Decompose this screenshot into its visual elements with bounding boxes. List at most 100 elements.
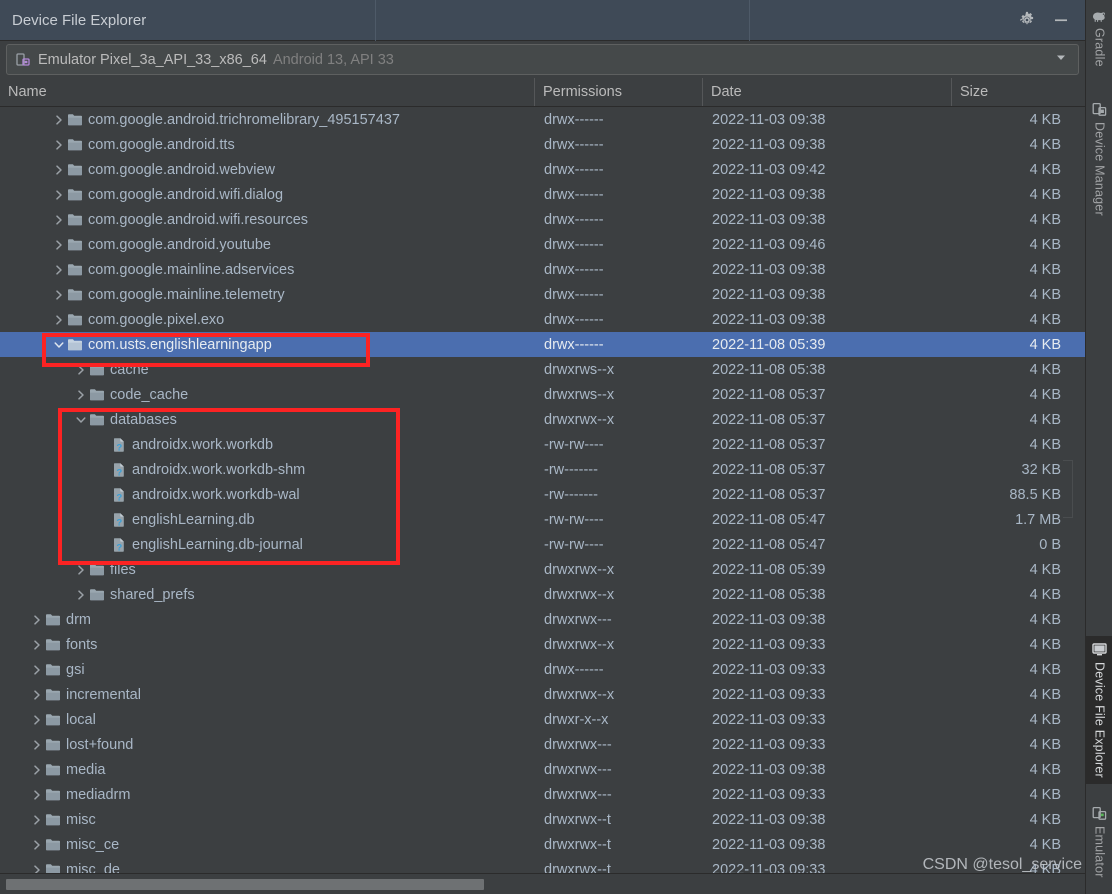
file-tree-table[interactable]: com.google.android.trichromelibrary_4951… [0,107,1085,873]
file-row[interactable]: databases drwxrwx--x 2022-11-08 05:37 4 KB [0,407,1085,432]
file-row[interactable]: cache drwxrws--x 2022-11-08 05:38 4 KB [0,357,1085,382]
chevron-right-icon[interactable] [30,613,44,627]
file-name-label: fonts [66,636,98,653]
file-row-name-cell: cache [0,362,535,378]
file-size-cell: 4 KB [1029,261,1061,278]
file-date-cell: 2022-11-03 09:38 [712,136,826,153]
chevron-down-icon[interactable] [52,338,66,352]
file-date-cell: 2022-11-03 09:38 [712,111,826,128]
chevron-right-icon[interactable] [74,563,88,577]
chevron-right-icon[interactable] [30,763,44,777]
file-row[interactable]: misc_de drwxrwx--t 2022-11-03 09:33 4 KB [0,857,1085,873]
horizontal-scrollbar[interactable] [0,873,1085,894]
folder-icon [44,737,62,753]
file-row[interactable]: ? androidx.work.workdb -rw-rw---- 2022-11-0… [0,432,1085,457]
chevron-right-icon[interactable] [74,588,88,602]
file-row[interactable]: com.google.android.webview drwx------ 2022… [0,157,1085,182]
file-row[interactable]: mediadrm drwxrwx--- 2022-11-03 09:33 4 KB [0,782,1085,807]
file-row[interactable]: files drwxrwx--x 2022-11-08 05:39 4 KB [0,557,1085,582]
tool-window-button-device-manager[interactable]: Device Manager [1086,96,1112,222]
file-row[interactable]: misc_ce drwxrwx--t 2022-11-03 09:38 4 KB [0,832,1085,857]
chevron-right-icon[interactable] [52,313,66,327]
chevron-right-icon[interactable] [74,363,88,377]
file-permissions-cell: drwxrwx--x [544,686,615,703]
file-date-cell: 2022-11-08 05:37 [712,461,826,478]
tool-window-button-gradle[interactable]: Gradle [1086,2,1112,73]
chevron-right-icon[interactable] [74,388,88,402]
file-row[interactable]: ? englishLearning.db -rw-rw---- 2022-11-08 … [0,507,1085,532]
file-name-label: misc [66,811,96,828]
gear-icon[interactable] [1017,10,1037,30]
file-name-label: lost+found [66,736,134,753]
column-header-date[interactable]: Date [703,78,952,106]
file-permissions-cell: drwxrwx--t [544,861,611,874]
right-tool-window-strip: Gradle Device Manager Device File Explorer… [1085,0,1112,894]
file-row[interactable]: com.google.android.tts drwx------ 2022-11-… [0,132,1085,157]
folder-icon [44,687,62,703]
file-row[interactable]: misc drwxrwx--t 2022-11-03 09:38 4 KB [0,807,1085,832]
file-permissions-cell: drwxrws--x [544,361,615,378]
chevron-right-icon[interactable] [52,213,66,227]
chevron-right-icon[interactable] [30,788,44,802]
chevron-right-icon[interactable] [30,813,44,827]
file-row[interactable]: media drwxrwx--- 2022-11-03 09:38 4 KB [0,757,1085,782]
file-row[interactable]: ? androidx.work.workdb-wal -rw------- 2022-… [0,482,1085,507]
chevron-right-icon[interactable] [52,288,66,302]
chevron-right-icon[interactable] [30,838,44,852]
file-row[interactable]: shared_prefs drwxrwx--x 2022-11-08 05:38 4 … [0,582,1085,607]
file-row[interactable]: com.google.mainline.telemetry drwx------ 2… [0,282,1085,307]
file-row[interactable]: gsi drwx------ 2022-11-03 09:33 4 KB [0,657,1085,682]
tool-window-button-emulator[interactable]: Emulator [1086,800,1112,884]
file-date-cell: 2022-11-03 09:38 [712,186,826,203]
file-date-cell: 2022-11-03 09:38 [712,811,826,828]
file-row[interactable]: ? androidx.work.workdb-shm -rw------- 2022-… [0,457,1085,482]
chevron-down-icon[interactable] [1054,50,1068,69]
file-row[interactable]: com.google.android.wifi.resources drwx---… [0,207,1085,232]
file-row-name-cell: com.google.android.wifi.dialog [0,187,535,203]
chevron-right-icon[interactable] [52,113,66,127]
chevron-right-icon[interactable] [52,188,66,202]
column-header-size[interactable]: Size [952,78,1075,106]
chevron-right-icon[interactable] [30,638,44,652]
chevron-right-icon[interactable] [30,663,44,677]
file-row[interactable]: fonts drwxrwx--x 2022-11-03 09:33 4 KB [0,632,1085,657]
file-row[interactable]: lost+found drwxrwx--- 2022-11-03 09:33 4 KB [0,732,1085,757]
file-row-name-cell: misc_ce [0,837,535,853]
file-row[interactable]: com.google.mainline.adservices drwx------… [0,257,1085,282]
file-row[interactable]: com.google.android.youtube drwx------ 2022… [0,232,1085,257]
file-row[interactable]: local drwxr-x--x 2022-11-03 09:33 4 KB [0,707,1085,732]
chevron-right-icon[interactable] [52,263,66,277]
chevron-right-icon[interactable] [30,738,44,752]
chevron-right-icon[interactable] [30,713,44,727]
file-row-name-cell: misc [0,812,535,828]
file-name-label: incremental [66,686,141,703]
file-date-cell: 2022-11-08 05:37 [712,411,826,428]
tool-window-button-device-file-explorer[interactable]: Device File Explorer [1086,636,1112,784]
tool-window-tab-device-file-explorer[interactable]: Device File Explorer [0,0,376,41]
file-permissions-cell: drwx------ [544,236,604,253]
chevron-right-icon[interactable] [30,863,44,873]
file-row[interactable]: drm drwxrwx--- 2022-11-03 09:38 4 KB [0,607,1085,632]
device-combo-box[interactable]: Emulator Pixel_3a_API_33_x86_64 Android … [6,44,1079,75]
file-row[interactable]: incremental drwxrwx--x 2022-11-03 09:33 4 K… [0,682,1085,707]
file-row-name-cell: databases [0,412,535,428]
file-row[interactable]: com.google.android.trichromelibrary_4951… [0,107,1085,132]
column-header-name[interactable]: Name [0,78,535,106]
horizontal-scrollbar-thumb[interactable] [6,879,484,890]
file-row[interactable]: com.usts.englishlearningapp drwx------ 202… [0,332,1085,357]
file-row[interactable]: com.google.android.wifi.dialog drwx------… [0,182,1085,207]
file-date-cell: 2022-11-03 09:33 [712,861,826,874]
file-row[interactable]: com.google.pixel.exo drwx------ 2022-11-03… [0,307,1085,332]
folder-icon [66,112,84,128]
chevron-down-icon[interactable] [74,413,88,427]
chevron-right-icon[interactable] [52,163,66,177]
chevron-right-icon[interactable] [52,238,66,252]
file-row-name-cell: com.google.android.trichromelibrary_4951… [0,112,535,128]
file-size-cell: 4 KB [1029,586,1061,603]
chevron-right-icon[interactable] [30,688,44,702]
file-row[interactable]: code_cache drwxrws--x 2022-11-08 05:37 4 KB [0,382,1085,407]
column-header-permissions[interactable]: Permissions [535,78,703,106]
minimize-icon[interactable] [1051,10,1071,30]
file-row[interactable]: ? englishLearning.db-journal -rw-rw---- 202… [0,532,1085,557]
chevron-right-icon[interactable] [52,138,66,152]
